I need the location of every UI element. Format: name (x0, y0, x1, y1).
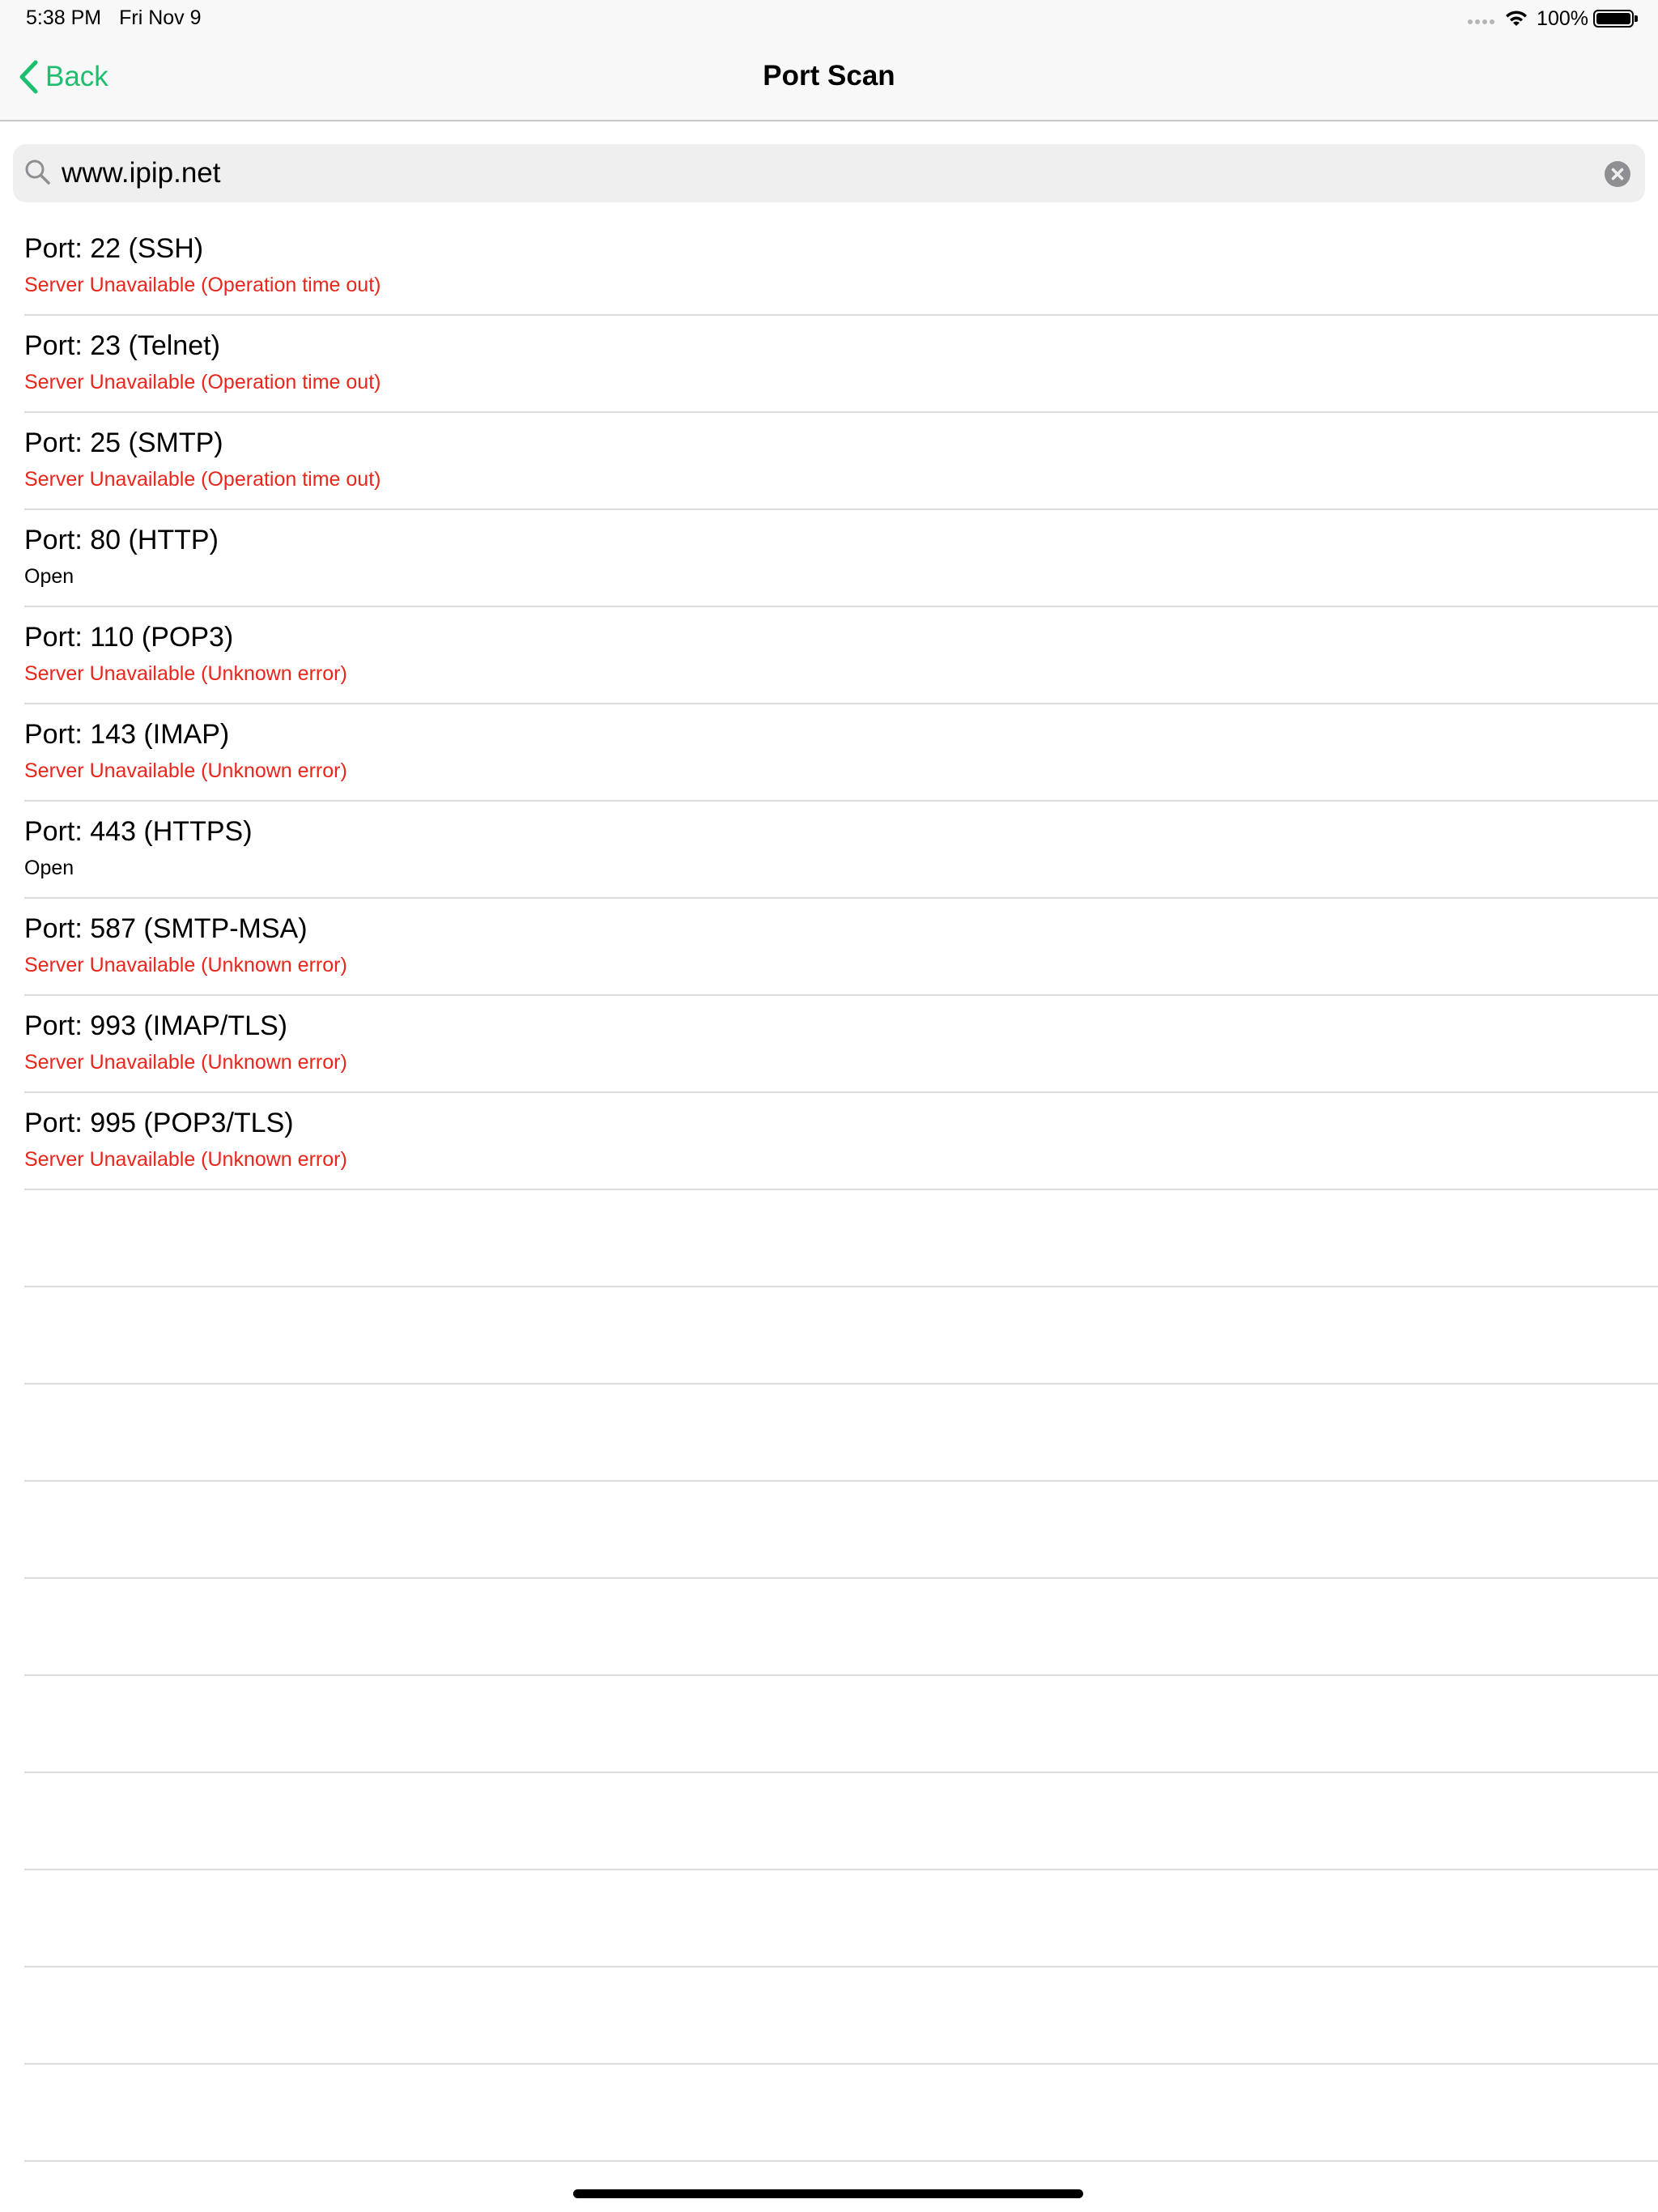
battery-percent: 100% (1537, 6, 1588, 30)
empty-row (24, 1967, 1658, 2065)
port-title: Port: 110 (POP3) (24, 622, 234, 653)
empty-row (24, 2065, 1658, 2162)
empty-row (24, 1385, 1658, 1482)
list-item-port-80[interactable]: Port: 80 (HTTP) Open (24, 510, 1658, 607)
list-item-port-110[interactable]: Port: 110 (POP3) Server Unavailable (Unk… (24, 607, 1658, 704)
empty-row (24, 1287, 1658, 1385)
port-status: Server Unavailable (Operation time out) (24, 371, 381, 393)
empty-row (24, 1482, 1658, 1579)
status-time: 5:38 PM (26, 6, 102, 29)
port-status: Server Unavailable (Unknown error) (24, 759, 347, 782)
status-bar: 5:38 PM Fri Nov 9 100% (0, 0, 1658, 37)
port-status: Server Unavailable (Unknown error) (24, 662, 347, 685)
list-item-port-25[interactable]: Port: 25 (SMTP) Server Unavailable (Oper… (24, 413, 1658, 510)
empty-row (24, 1579, 1658, 1676)
status-date: Fri Nov 9 (119, 6, 202, 29)
empty-row (24, 1190, 1658, 1287)
list-item-port-443[interactable]: Port: 443 (HTTPS) Open (24, 802, 1658, 899)
port-status: Open (24, 857, 74, 879)
list-item-port-22[interactable]: Port: 22 (SSH) Server Unavailable (Opera… (24, 219, 1658, 316)
list-item-port-995[interactable]: Port: 995 (POP3/TLS) Server Unavailable … (24, 1093, 1658, 1190)
wifi-icon (1506, 11, 1528, 26)
search-bar[interactable] (13, 144, 1645, 202)
port-title: Port: 993 (IMAP/TLS) (24, 1010, 287, 1041)
port-status: Server Unavailable (Operation time out) (24, 274, 381, 296)
cellular-signal-icon (1468, 19, 1495, 24)
port-title: Port: 587 (SMTP-MSA) (24, 913, 308, 944)
battery-fill (1596, 13, 1630, 24)
port-title: Port: 25 (SMTP) (24, 428, 223, 458)
empty-row (24, 1870, 1658, 1967)
battery-icon (1593, 10, 1638, 28)
empty-row (24, 1676, 1658, 1773)
list-item-port-587[interactable]: Port: 587 (SMTP-MSA) Server Unavailable … (24, 899, 1658, 996)
empty-row (24, 1773, 1658, 1870)
port-title: Port: 443 (HTTPS) (24, 816, 253, 847)
clear-icon[interactable] (1605, 161, 1630, 187)
port-title: Port: 995 (POP3/TLS) (24, 1108, 294, 1138)
home-indicator[interactable] (573, 2189, 1083, 2198)
port-status: Server Unavailable (Unknown error) (24, 954, 347, 976)
list-item-port-993[interactable]: Port: 993 (IMAP/TLS) Server Unavailable … (24, 996, 1658, 1093)
port-title: Port: 143 (IMAP) (24, 719, 230, 750)
port-list: Port: 22 (SSH) Server Unavailable (Opera… (0, 219, 1658, 2162)
search-input[interactable] (62, 152, 1584, 194)
navigation-bar: Back Port Scan (0, 37, 1658, 121)
page-title: Port Scan (763, 60, 895, 91)
port-title: Port: 80 (HTTP) (24, 525, 219, 555)
port-status: Server Unavailable (Operation time out) (24, 468, 381, 491)
list-item-port-23[interactable]: Port: 23 (Telnet) Server Unavailable (Op… (24, 316, 1658, 413)
search-icon (25, 160, 50, 185)
list-item-port-143[interactable]: Port: 143 (IMAP) Server Unavailable (Unk… (24, 704, 1658, 802)
status-indicators: 100% (1468, 5, 1638, 32)
status-time-date: 5:38 PM Fri Nov 9 (26, 6, 219, 30)
port-title: Port: 23 (Telnet) (24, 330, 220, 361)
port-title: Port: 22 (SSH) (24, 233, 204, 264)
port-status: Server Unavailable (Unknown error) (24, 1051, 347, 1074)
port-status: Server Unavailable (Unknown error) (24, 1148, 347, 1171)
port-status: Open (24, 565, 74, 588)
